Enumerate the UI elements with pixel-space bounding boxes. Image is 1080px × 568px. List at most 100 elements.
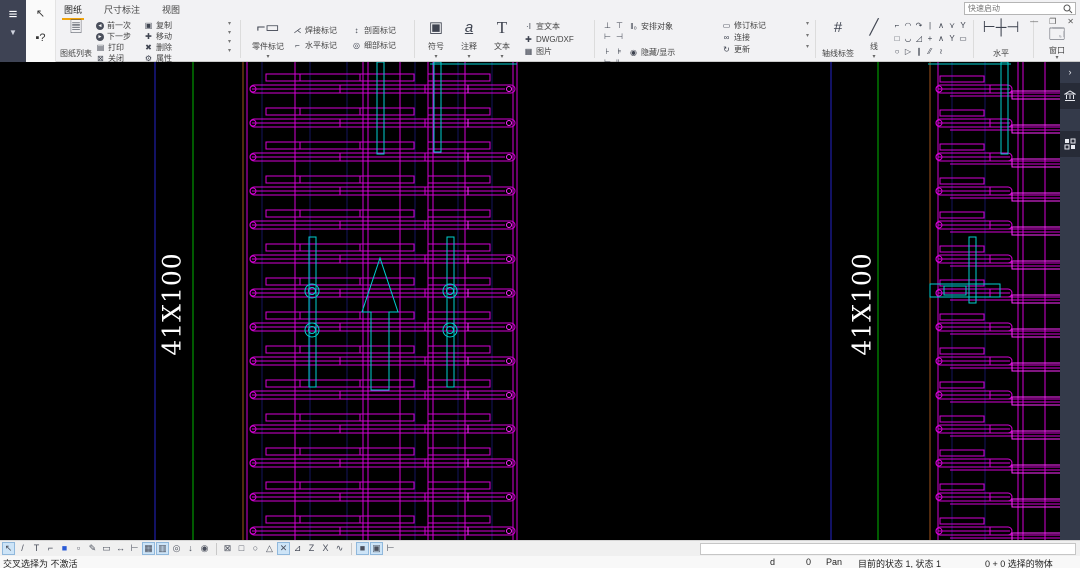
select-dimension-icon[interactable]: ↔: [114, 542, 127, 555]
snap-free-icon[interactable]: ▣: [370, 542, 383, 555]
shape-tool-icon[interactable]: Y: [958, 20, 968, 32]
shape-tool-icon[interactable]: ⌐: [892, 20, 902, 32]
drawing-list-button[interactable]: 🗏 图纸列表: [58, 17, 94, 59]
select-zoom-icon[interactable]: ◎: [170, 542, 183, 555]
snap-perpendicular-icon[interactable]: ⊿: [291, 542, 304, 555]
snap-nearest-icon[interactable]: X: [319, 542, 332, 555]
inquire-tool-button[interactable]: ▪?: [31, 28, 51, 48]
window-caret[interactable]: ▾: [1055, 56, 1058, 60]
symbol-caret[interactable]: ▾: [434, 55, 437, 59]
select-gear-icon[interactable]: ◉: [198, 542, 211, 555]
snap-points-icon[interactable]: ⊠: [221, 542, 234, 555]
select-mark-icon[interactable]: ▫: [72, 542, 85, 555]
shape-tool-icon[interactable]: ≀: [936, 46, 946, 58]
text-caret[interactable]: ▾: [500, 55, 503, 59]
select-pin-icon[interactable]: ↓: [184, 542, 197, 555]
pointer-tool-button[interactable]: ↖: [31, 4, 51, 24]
select-level-mark-icon[interactable]: ⌐: [44, 542, 57, 555]
move-button[interactable]: ✚移动: [144, 31, 172, 42]
shape-tool-icon[interactable]: □: [892, 33, 902, 45]
shape-tool-icon[interactable]: ◿: [914, 33, 924, 45]
detail-mark-button[interactable]: ◎细部标记: [352, 40, 396, 51]
shape-tool-icon[interactable]: |: [925, 20, 935, 32]
move-flyout-caret[interactable]: ▾: [228, 30, 231, 37]
shape-tool-icon[interactable]: ⁄⁄: [925, 46, 935, 58]
note-caret[interactable]: ▾: [467, 55, 470, 59]
grid-label-button[interactable]: # 轴线标签: [820, 17, 856, 59]
select-arrow-icon[interactable]: ↖: [2, 542, 15, 555]
shape-tool-icon[interactable]: ∧: [936, 20, 946, 32]
line-caret[interactable]: ▾: [872, 55, 875, 59]
text-button[interactable]: T 文本 ▾: [488, 17, 516, 59]
select-area-icon[interactable]: ▭: [100, 542, 113, 555]
next-drawing-button[interactable]: ►下一步: [96, 31, 131, 42]
shape-tool-icon[interactable]: ⊢: [602, 32, 613, 42]
arrange-objects-button[interactable]: ‖₀安排对象: [629, 21, 673, 32]
properties-pane-button[interactable]: [1060, 83, 1080, 109]
line-tool-button[interactable]: ╱ 线 ▾: [864, 17, 884, 59]
shape-tool-icon[interactable]: ↷: [914, 20, 924, 32]
print-button[interactable]: ▤打印: [96, 42, 131, 53]
update-caret[interactable]: ▾: [806, 44, 809, 51]
select-part-icon[interactable]: ■: [58, 542, 71, 555]
snap-intersection-icon[interactable]: ✕: [277, 542, 290, 555]
revision-mark-button[interactable]: ▭修订标记: [722, 20, 766, 31]
section-mark-button[interactable]: ↕剖面标记: [352, 25, 396, 36]
shape-tool-icon[interactable]: ⊤: [614, 21, 625, 31]
level-mark-button[interactable]: ⌐水平标记: [293, 40, 337, 51]
shape-tool-icon[interactable]: Y: [947, 33, 957, 45]
main-menu-button[interactable]: ≡ ▼: [0, 0, 26, 62]
shape-tool-icon[interactable]: ○: [892, 46, 902, 58]
shape-tool-icon[interactable]: ⊣: [614, 32, 625, 42]
shape-tool-icon[interactable]: ▭: [958, 33, 968, 45]
previous-drawing-button[interactable]: ◄前一次: [96, 20, 131, 31]
select-grid-icon[interactable]: ▦: [142, 542, 155, 555]
shape-tool-icon[interactable]: ◡: [903, 33, 913, 45]
shape-tool-icon[interactable]: ⊧: [614, 47, 625, 57]
revision-caret[interactable]: ▾: [806, 21, 809, 28]
select-point-icon[interactable]: ✎: [86, 542, 99, 555]
level-tool-button[interactable]: ⊢┼⊣ 水平: [985, 17, 1017, 59]
link-caret[interactable]: ▾: [806, 33, 809, 40]
snap-midpoint-icon[interactable]: △: [263, 542, 276, 555]
snap-ortho-icon[interactable]: ■: [356, 542, 369, 555]
weld-mark-button[interactable]: ⋌焊接标记: [293, 25, 337, 36]
shape-tool-icon[interactable]: ∥: [914, 46, 924, 58]
tab-dimension[interactable]: 尺寸标注: [102, 0, 142, 18]
symbol-button[interactable]: ▣ 符号 ▾: [422, 17, 450, 59]
text-file-button[interactable]: ·I宣文本: [524, 21, 574, 32]
link-button[interactable]: ∞连接: [722, 32, 766, 43]
shape-tool-icon[interactable]: ⋎: [947, 20, 957, 32]
quick-launch-search[interactable]: [964, 2, 1076, 15]
delete-button[interactable]: ✖删除: [144, 42, 172, 53]
side-pane-collapse-icon[interactable]: ›: [1060, 62, 1080, 83]
snap-reference-icon[interactable]: ⊢: [384, 542, 397, 555]
snap-extension-icon[interactable]: Z: [305, 542, 318, 555]
part-mark-caret[interactable]: ▾: [266, 55, 269, 59]
copy-flyout-caret[interactable]: ▾: [228, 21, 231, 28]
restore-icon[interactable]: ❐: [1049, 17, 1056, 26]
select-line-icon[interactable]: /: [16, 542, 29, 555]
shape-tool-icon[interactable]: ∧: [936, 33, 946, 45]
note-button[interactable]: a 注释 ▾: [455, 17, 483, 59]
close-icon[interactable]: ✕: [1067, 17, 1074, 26]
copy-button[interactable]: ▣复制: [144, 20, 172, 31]
image-button[interactable]: ▦图片: [524, 46, 574, 57]
select-text-icon[interactable]: T: [30, 542, 43, 555]
select-grid-line-icon[interactable]: ▥: [156, 542, 169, 555]
update-button[interactable]: ↻更新: [722, 44, 766, 55]
snap-any-icon[interactable]: ∿: [333, 542, 346, 555]
select-dim-line-icon[interactable]: ⊢: [128, 542, 141, 555]
quick-launch-input[interactable]: [965, 4, 1063, 13]
part-mark-button[interactable]: ⌐▭ 零件标记 ▾: [248, 17, 288, 59]
drawing-canvas[interactable]: 41X100 41X100: [0, 62, 1060, 540]
shape-tool-icon[interactable]: ⊥: [602, 21, 613, 31]
shape-tool-icon[interactable]: +: [925, 33, 935, 45]
minimize-icon[interactable]: —: [1030, 17, 1038, 26]
properties-flyout-caret[interactable]: ▾: [228, 48, 231, 55]
tab-view[interactable]: 视图: [160, 0, 182, 18]
snap-center-icon[interactable]: ○: [249, 542, 262, 555]
delete-flyout-caret[interactable]: ▾: [228, 39, 231, 46]
components-pane-button[interactable]: [1060, 131, 1080, 157]
dwg-dxf-button[interactable]: ✚DWG/DXF: [524, 35, 574, 44]
